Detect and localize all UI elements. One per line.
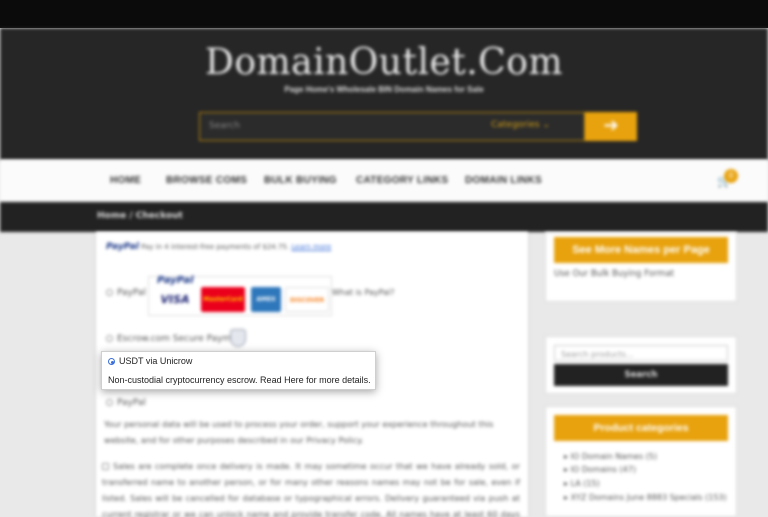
terms-checkbox-text[interactable]: Sales are complete once delivery is made… (102, 458, 520, 517)
breadcrumb-bar: Home / Checkout (0, 202, 768, 232)
usdt-option-label: USDT via Unicrow (119, 356, 193, 366)
payment-option-label: PayPal (117, 288, 146, 298)
cart-count-badge: 0 (724, 169, 738, 183)
main-nav: HOME BROWSE COMS BULK BUYING CATEGORY LI… (0, 160, 768, 202)
card-logos: PayPal VISA MasterCard AMEX DISCOVER (148, 275, 332, 316)
see-more-names-button[interactable]: See More Names per Page (554, 237, 728, 263)
payment-option-label: Escrow.com Secure Payment (117, 334, 247, 344)
usdt-radio-row[interactable]: USDT via Unicrow (108, 356, 192, 366)
site-header: DomainOutlet.Com Page Home's Wholesale B… (0, 28, 768, 160)
category-item[interactable]: ▸ LA (15) (564, 479, 600, 488)
arrow-right-icon: ➔ (603, 115, 619, 136)
category-item[interactable]: ▸ XYZ Domains June 8883 Specials (153) (564, 493, 727, 502)
privacy-notice: Your personal data will be used to proce… (104, 419, 494, 445)
nav-bulk-buying[interactable]: BULK BUYING (264, 175, 337, 186)
visa-logo: VISA (153, 287, 197, 312)
site-tagline: Page Home's Wholesale BIN Domain Names f… (284, 85, 484, 94)
nav-browse-coms[interactable]: BROWSE COMS (166, 175, 247, 186)
learn-more-link[interactable]: Learn more (291, 243, 331, 251)
category-label: IO Domain Names (5) (570, 452, 657, 461)
bulk-buying-text[interactable]: Use Our Bulk Buying Format (554, 269, 674, 279)
usdt-radio-button[interactable] (108, 358, 115, 365)
breadcrumb[interactable]: Home / Checkout (97, 211, 183, 221)
nav-category-links[interactable]: CATEGORY LINKS (356, 175, 448, 186)
category-item[interactable]: ▸ IO Domains (47) (564, 465, 636, 474)
product-categories-title: Product categories (554, 415, 728, 441)
header-search-button[interactable]: ➔ (585, 112, 637, 141)
payment-option-escrow[interactable]: Escrow.com Secure Payment (106, 334, 246, 344)
paypal-pay-later-banner: PayPal Pay in 4 interest-free payments o… (106, 242, 331, 252)
categories-dropdown[interactable]: Categories ⌄ (491, 120, 550, 130)
nav-domain-links[interactable]: DOMAIN LINKS (465, 175, 542, 186)
paypal-logo: PayPal (157, 275, 194, 286)
escrow-shield-icon (230, 329, 246, 347)
paypal-banner-text: Pay in 4 interest-free payments of $24.7… (141, 243, 290, 251)
paypal-banner-logo: PayPal (106, 242, 139, 252)
category-item[interactable]: ▸ IO Domain Names (5) (564, 452, 657, 461)
category-label: LA (15) (570, 479, 600, 488)
payment-option-label: PayPal (117, 398, 146, 408)
usdt-option-description: Non-custodial cryptocurrency escrow. Rea… (108, 375, 371, 385)
terms-text: Sales are complete once delivery is made… (102, 461, 520, 517)
payment-option-paypal[interactable]: PayPal (106, 288, 146, 298)
radio-button[interactable] (106, 289, 113, 296)
header-search-input[interactable]: Search Categories ⌄ (199, 112, 585, 141)
amex-logo: AMEX (251, 287, 281, 312)
sidebar-promo-box: See More Names per Page Use Our Bulk Buy… (545, 232, 737, 302)
terms-checkbox[interactable] (102, 463, 109, 470)
product-search-button[interactable]: Search (554, 364, 728, 386)
nav-home[interactable]: HOME (110, 175, 141, 186)
site-logo[interactable]: DomainOutlet.Com (0, 42, 768, 83)
sidebar-search-box: Search products... Search (545, 336, 737, 394)
product-categories-box: Product categories ▸ IO Domain Names (5)… (545, 406, 737, 517)
search-placeholder: Search (209, 121, 240, 131)
discover-logo: DISCOVER (285, 287, 329, 312)
mastercard-logo: MasterCard (201, 287, 245, 312)
payment-option-paypal-2[interactable]: PayPal (106, 398, 146, 408)
product-search-input[interactable]: Search products... (554, 345, 728, 361)
radio-button[interactable] (106, 335, 113, 342)
usdt-unicrow-option[interactable]: USDT via Unicrow Non-custodial cryptocur… (101, 351, 376, 390)
radio-button[interactable] (106, 399, 113, 406)
what-is-paypal-link[interactable]: What is PayPal? (332, 288, 394, 297)
category-label: IO Domains (47) (570, 465, 636, 474)
category-label: XYZ Domains June 8883 Specials (153) (570, 493, 727, 502)
top-strip (0, 0, 768, 28)
